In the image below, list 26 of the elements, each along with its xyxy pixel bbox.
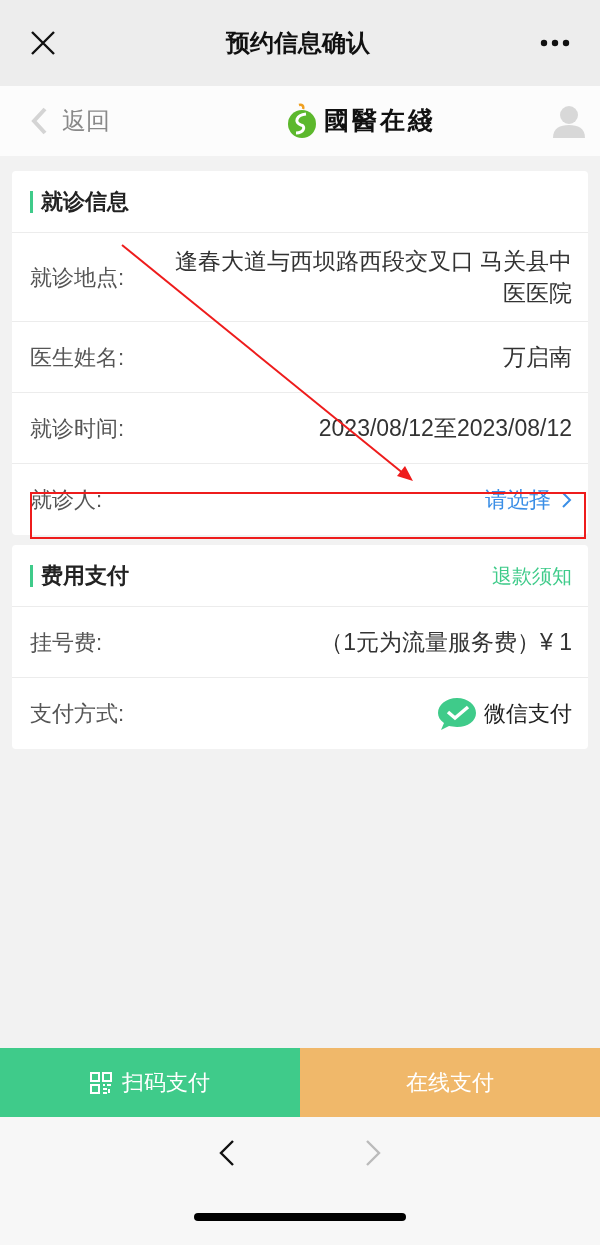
online-pay-button[interactable]: 在线支付 — [300, 1048, 600, 1117]
field-label: 支付方式: — [30, 700, 125, 728]
scan-pay-button[interactable]: 扫码支付 — [0, 1048, 300, 1117]
field-value: 万启南 — [503, 343, 572, 372]
payment-method: 微信支付 — [484, 700, 572, 728]
field-value: （1元为流量服务费）¥ 1 — [320, 628, 572, 657]
accent-bar — [30, 190, 33, 213]
chevron-left-icon — [30, 107, 48, 135]
field-value: 逢春大道与西坝路西段交叉口 马关县中医医院 — [173, 247, 572, 308]
window-title: 预约信息确认 — [226, 28, 370, 58]
back-icon[interactable] — [219, 1139, 235, 1167]
qr-code-icon — [90, 1071, 112, 1094]
close-icon[interactable] — [30, 30, 56, 56]
section-title: 就诊信息 — [41, 188, 129, 216]
logo-icon — [286, 103, 318, 139]
back-link[interactable]: 返回 — [30, 103, 110, 139]
chat-check-icon — [436, 695, 478, 732]
field-label: 就诊地点: — [30, 263, 125, 292]
field-label: 挂号费: — [30, 628, 103, 657]
more-icon[interactable] — [540, 39, 570, 47]
field-label: 医生姓名: — [30, 343, 125, 372]
logo-text: 國醫在綫 — [324, 105, 436, 138]
accent-bar — [30, 564, 33, 587]
field-label: 就诊时间: — [30, 414, 125, 443]
section-title: 费用支付 — [41, 562, 129, 590]
refund-notice-link[interactable]: 退款须知 — [492, 560, 572, 591]
